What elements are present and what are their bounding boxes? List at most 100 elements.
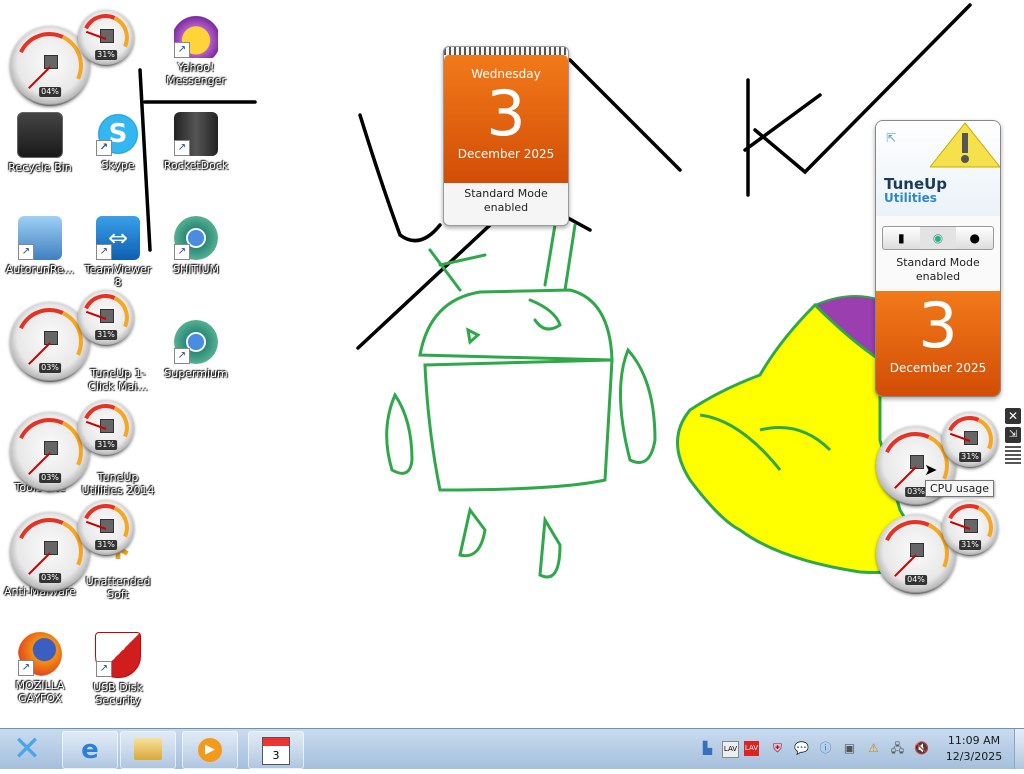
desktop-icon-yahoo-messenger[interactable]: ↗ Yahoo! Messenger [158, 14, 234, 87]
icon-label: TuneUp Utilities 2014 [81, 471, 155, 497]
warning-triangle-icon [930, 122, 1000, 168]
calendar-gadget[interactable]: Wednesday 3 December 2025 Standard Mode … [443, 46, 569, 226]
chat-bubble-icon[interactable]: 💬 [794, 741, 809, 756]
ram-gauge: 31% [75, 397, 137, 459]
cpu-percent: 03% [39, 363, 61, 374]
internet-explorer-icon: e [81, 735, 99, 765]
calendar-month-year: December 2025 [457, 147, 555, 161]
ram-percent: 31% [95, 49, 117, 60]
icon-label: USB Disk Security [93, 681, 143, 707]
firefox-icon: ↗ [18, 632, 62, 676]
shortcut-arrow-icon: ↗ [18, 244, 34, 260]
network-icon[interactable]: ▙ [700, 741, 715, 756]
cpu-percent: 03% [905, 487, 927, 498]
desktop: ↗ Yahoo! Messenger Recycle Bin S ↗ Skype … [0, 0, 1024, 728]
desktop-icon-usb-disk-security[interactable]: ↗ USB Disk Security [80, 632, 156, 707]
lav-audio-icon[interactable]: LAV [722, 741, 739, 758]
options-icon[interactable]: ⇲ [1005, 427, 1021, 443]
tuneup-brand-sub: Utilities [884, 191, 937, 205]
tuneup-calendar: 3 December 2025 [876, 291, 1000, 396]
black-stroke [566, 216, 592, 232]
turbo-mode-icon[interactable]: ● [956, 227, 993, 249]
android-arm [385, 391, 414, 475]
calendar-app-icon: 3 [262, 737, 290, 765]
calendar-mode-text: Standard Mode enabled [464, 187, 548, 214]
taskbar-media-player[interactable]: ▶ [182, 731, 238, 769]
chromium-icon: ↗ [174, 216, 218, 260]
shield-icon[interactable]: ⛨ [770, 741, 785, 756]
icon-label: MOZILLA GAYFOX [15, 679, 65, 705]
android-eyes [466, 298, 562, 345]
shortcut-arrow-icon: ↗ [174, 348, 190, 364]
teamviewer-icon: ⇔ ↗ [96, 216, 140, 260]
clock[interactable]: 11:09 AM 12/3/2025 [936, 733, 1012, 765]
shortcut-arrow-icon: ↗ [174, 140, 190, 156]
shortcut-arrow-icon: ↗ [96, 140, 112, 156]
tuneup-gadget[interactable]: ⇱ TuneUp Utilities ▮ ◉ ● Standard Mode e… [875, 120, 1001, 397]
clock-date: 12/3/2025 [945, 750, 1003, 763]
economy-mode-icon[interactable]: ▮ [883, 227, 920, 249]
lav-video-icon[interactable]: LAV [744, 741, 759, 756]
icon-label: Supermium [164, 367, 228, 380]
ram-gauge: 31% [939, 497, 1001, 559]
security-center-icon[interactable]: ⚠ [866, 741, 881, 756]
taskbar-internet-explorer[interactable]: e [62, 731, 118, 769]
shortcut-arrow-icon: ↗ [174, 244, 190, 260]
desktop-icon-rocketdock[interactable]: ↗ RocketDock [158, 112, 234, 172]
icon-label: SHITIUM [172, 263, 219, 276]
ram-gauge: 31% [75, 287, 137, 349]
icon-label: Yahoo! Messenger [166, 61, 226, 87]
info-icon[interactable]: ⓘ [818, 741, 833, 756]
calendar-day: 3 [486, 77, 526, 150]
tuneup-day: 3 [918, 289, 958, 362]
desktop-icon-autorun[interactable]: ↗ AutorunRe... [2, 216, 78, 276]
show-desktop-button[interactable] [1014, 729, 1024, 769]
recycle-bin-icon [17, 112, 63, 158]
taskbar: ✕ e ▶ 3 ▙ LAV LAV ⛨ 💬 ⓘ ▣ ⚠ 🖧 🔇 11:09 AM… [0, 728, 1024, 769]
desktop-icon-shitium[interactable]: ↗ SHITIUM [158, 216, 234, 276]
android-legs [458, 506, 562, 579]
black-stroke [568, 58, 682, 172]
ram-gauge: 31% [939, 409, 1001, 471]
volume-muted-icon[interactable]: 🔇 [914, 741, 929, 756]
shortcut-arrow-icon: ↗ [18, 660, 34, 676]
display-icon[interactable]: ▣ [842, 741, 857, 756]
cpu-percent: 03% [39, 473, 61, 484]
icon-label: Recycle Bin [8, 161, 72, 174]
desktop-icon-supermium[interactable]: ↗ Supermium [158, 320, 234, 380]
windows-explorer-icon [134, 738, 162, 760]
media-player-icon: ▶ [198, 738, 222, 762]
close-icon[interactable]: ✕ [1005, 408, 1021, 424]
ram-percent: 31% [95, 539, 117, 550]
ram-percent: 31% [95, 329, 117, 340]
taskbar-windows-explorer[interactable] [120, 731, 176, 769]
gadget-controls: ✕ ⇲ [1005, 408, 1021, 468]
tuneup-mode-text: Standard Mode enabled [896, 256, 980, 283]
expand-icon[interactable]: ⇱ [886, 131, 896, 145]
desktop-icon-recycle-bin[interactable]: Recycle Bin [2, 112, 78, 174]
shortcut-arrow-icon: ↗ [174, 42, 190, 58]
icon-label: RocketDock [163, 159, 229, 172]
start-orb-icon[interactable]: ✕ [6, 732, 48, 766]
cpu-percent: 04% [905, 575, 927, 586]
taskbar-calendar-app[interactable]: 3 [248, 731, 304, 769]
ram-percent: 31% [959, 451, 981, 462]
desktop-icon-firefox[interactable]: ↗ MOZILLA GAYFOX [2, 632, 78, 705]
standard-mode-icon[interactable]: ◉ [919, 227, 957, 249]
tuneup-month-year: December 2025 [889, 361, 987, 375]
cpu-usage-tooltip: CPU usage [925, 480, 995, 497]
desktop-icon-skype[interactable]: S ↗ Skype [80, 112, 156, 172]
ram-gauge: 31% [75, 497, 137, 559]
ram-percent: 31% [95, 439, 117, 450]
icon-label: AutorunRe... [5, 263, 75, 276]
network-status-icon[interactable]: 🖧 [890, 741, 905, 756]
mode-switcher: ▮ ◉ ● [882, 226, 994, 250]
drag-handle-icon[interactable] [1005, 446, 1021, 464]
android-body [423, 358, 614, 492]
cpu-percent: 03% [39, 573, 61, 584]
ram-gauge: 31% [75, 7, 137, 69]
cpu-percent: 04% [39, 87, 61, 98]
desktop-icon-teamviewer[interactable]: ⇔ ↗ TeamViewer 8 [80, 216, 156, 289]
ram-percent: 31% [959, 539, 981, 550]
icon-label: TeamViewer 8 [84, 263, 152, 289]
